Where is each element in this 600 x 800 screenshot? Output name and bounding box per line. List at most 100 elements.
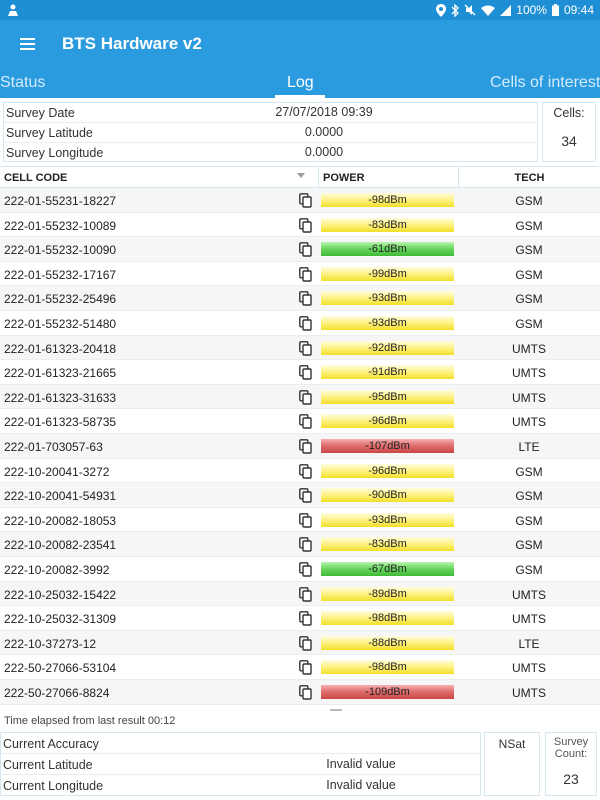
tab-bar: Status Log Cells of interest	[0, 68, 600, 98]
copy-icon[interactable]	[299, 635, 312, 651]
copy-icon[interactable]	[299, 242, 312, 257]
signal-icon	[500, 4, 512, 16]
nsat-label: NSat	[498, 737, 526, 751]
copy-icon[interactable]	[299, 340, 312, 356]
table-row[interactable]: 222-10-25032-15422 -89dBm UMTS	[0, 581, 600, 607]
cell-tech: GSM	[515, 218, 543, 233]
cell-tech: GSM	[515, 194, 543, 208]
table-row[interactable]: 222-01-61323-21665 -91dBm UMTS	[0, 360, 600, 385]
survey-count-value: 23	[563, 771, 579, 787]
survey-date-row: Survey Date 27/07/2018 09:39	[4, 103, 537, 123]
cell-tech: GSM	[515, 538, 543, 553]
copy-icon[interactable]	[299, 291, 312, 307]
accuracy-label: Current Accuracy	[3, 737, 99, 751]
power-bar: -96dBm	[321, 414, 454, 429]
table-row[interactable]: 222-10-20082-23541 -83dBm GSM	[0, 532, 600, 557]
cell-code: 222-01-55232-17167	[4, 267, 117, 282]
bluetooth-icon	[451, 3, 460, 17]
table-row[interactable]: 222-01-55232-10089 -83dBm GSM	[0, 213, 600, 238]
tab-cells-of-interest[interactable]: Cells of interest	[490, 74, 600, 92]
copy-icon[interactable]	[299, 316, 312, 331]
power-bar: -98dBm	[321, 611, 454, 626]
survey-latitude-label: Survey Latitude	[6, 126, 93, 140]
table-row[interactable]: 222-10-20082-18053 -93dBm GSM	[0, 508, 600, 533]
table-row[interactable]: 222-10-20041-54931 -90dBm GSM	[0, 483, 600, 508]
tab-log[interactable]: Log	[287, 74, 314, 92]
cell-code: 222-01-61323-21665	[4, 366, 117, 381]
cell-tech: UMTS	[512, 390, 546, 405]
cell-code: 222-01-55232-25496	[4, 292, 117, 307]
copy-icon[interactable]	[299, 512, 312, 528]
sort-arrow-icon[interactable]	[297, 173, 305, 178]
table-row[interactable]: 222-01-55231-18227 -98dBm GSM	[0, 188, 600, 213]
table-row[interactable]: 222-01-55232-51480 -93dBm GSM	[0, 311, 600, 336]
copy-icon[interactable]	[299, 389, 312, 405]
latitude-label: Current Latitude	[3, 758, 93, 772]
gps-info: Current Accuracy Current Latitude Invali…	[0, 732, 481, 796]
survey-count-label: Survey Count:	[553, 736, 589, 760]
power-bar: -83dBm	[321, 217, 454, 232]
power-bar: -93dBm	[321, 512, 454, 527]
battery-percent: 100%	[516, 3, 547, 17]
app-bar: BTS Hardware v2	[0, 20, 600, 68]
survey-latitude-value: 0.0000	[304, 125, 344, 139]
table-row[interactable]: 222-10-20082-3992 -67dBm GSM	[0, 557, 600, 582]
cell-code: 222-10-20041-54931	[4, 489, 117, 504]
copy-icon[interactable]	[299, 217, 312, 233]
copy-icon[interactable]	[299, 193, 312, 208]
copy-icon[interactable]	[299, 439, 312, 454]
cell-code: 222-01-55232-51480	[4, 317, 117, 331]
cell-list[interactable]: 222-01-55231-18227 -98dBm GSM 222-01-55232-…	[0, 188, 600, 710]
tab-status[interactable]: Status	[0, 74, 45, 92]
header-tech[interactable]: TECH	[458, 167, 600, 187]
cell-code: 222-01-61323-20418	[4, 341, 117, 356]
power-bar: -91dBm	[321, 365, 454, 380]
table-row[interactable]: 222-01-55232-25496 -93dBm GSM	[0, 286, 600, 311]
power-bar: -107dBm	[321, 439, 454, 453]
power-bar: -88dBm	[321, 635, 454, 650]
power-bar: -99dBm	[321, 266, 454, 281]
cell-tech: GSM	[515, 563, 543, 577]
table-row[interactable]: 222-01-61323-20418 -92dBm UMTS	[0, 335, 600, 361]
location-icon	[436, 3, 447, 17]
table-row[interactable]: 222-50-27066-53104 -98dBm UMTS	[0, 655, 600, 680]
cell-tech: UMTS	[512, 415, 546, 430]
table-row[interactable]: 222-01-703057-63 -107dBm LTE	[0, 434, 600, 459]
copy-icon[interactable]	[299, 414, 312, 430]
header-power[interactable]: POWER	[318, 167, 458, 187]
header-cell-code[interactable]: CELL CODE	[4, 172, 67, 184]
table-row[interactable]: 222-01-55232-17167 -99dBm GSM	[0, 262, 600, 287]
copy-icon[interactable]	[299, 266, 312, 282]
table-row[interactable]: 222-10-25032-31309 -98dBm UMTS	[0, 606, 600, 631]
copy-icon[interactable]	[299, 537, 312, 553]
table-row[interactable]: 222-01-61323-58735 -96dBm UMTS	[0, 409, 600, 434]
copy-icon[interactable]	[299, 685, 312, 700]
cell-tech: UMTS	[512, 341, 546, 356]
table-row[interactable]: 222-10-37273-12 -88dBm LTE	[0, 630, 600, 656]
power-bar: -92dBm	[321, 340, 454, 355]
cell-tech: UMTS	[512, 587, 546, 602]
table-row[interactable]: 222-10-20041-3272 -96dBm GSM	[0, 459, 600, 484]
table-row[interactable]: 222-01-55232-10090 -61dBm GSM	[0, 237, 600, 262]
copy-icon[interactable]	[299, 611, 312, 626]
copy-icon[interactable]	[299, 463, 312, 479]
app-title: BTS Hardware v2	[62, 34, 202, 53]
cells-count-box: Cells: 34	[542, 102, 596, 162]
power-bar: -89dBm	[321, 586, 454, 601]
cell-code: 222-10-20041-3272	[4, 464, 110, 479]
power-bar: -67dBm	[321, 562, 454, 576]
table-row[interactable]: 222-50-27066-8824 -109dBm UMTS	[0, 680, 600, 705]
cell-code: 222-01-55232-10089	[4, 218, 117, 233]
hamburger-menu-icon[interactable]	[18, 34, 38, 54]
copy-icon[interactable]	[299, 365, 312, 380]
table-row[interactable]: 222-01-61323-31633 -95dBm UMTS	[0, 384, 600, 410]
copy-icon[interactable]	[299, 660, 312, 676]
cell-code: 222-10-20082-3992	[4, 563, 110, 577]
copy-icon[interactable]	[299, 488, 312, 503]
cell-tech: GSM	[515, 267, 543, 282]
copy-icon[interactable]	[299, 586, 312, 602]
mute-icon	[464, 4, 476, 16]
cells-value: 34	[561, 133, 577, 149]
survey-longitude-row: Survey Longitude 0.0000	[4, 143, 537, 163]
copy-icon[interactable]	[299, 562, 312, 577]
